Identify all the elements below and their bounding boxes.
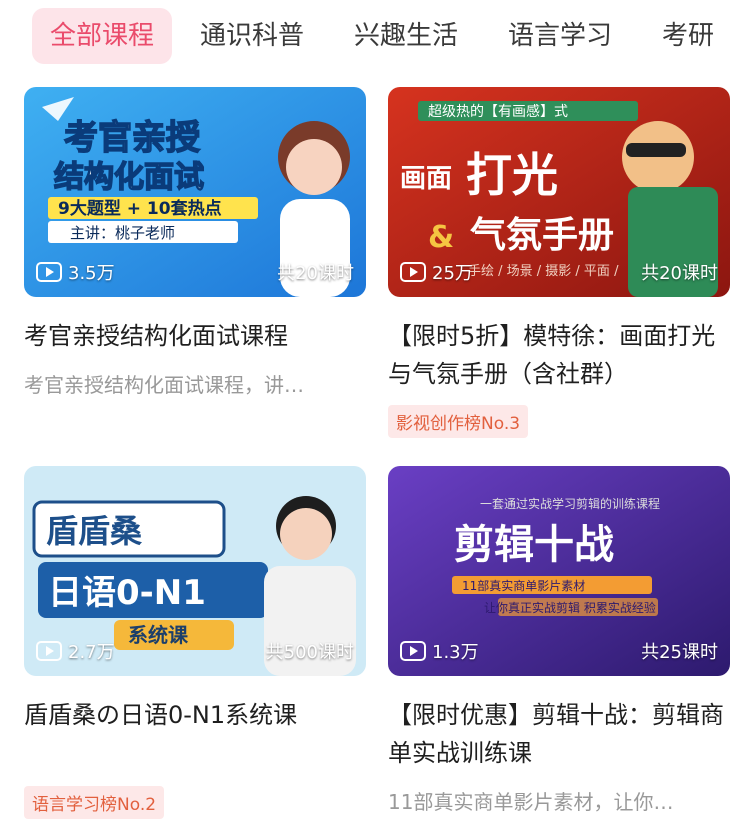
lesson-count: 共20课时 xyxy=(641,263,718,284)
course-thumbnail[interactable]: 一套通过实战学习剪辑的训练课程 剪辑十战 11部真实商单影片素材 让你真正实战剪… xyxy=(388,466,730,676)
course-title[interactable]: 【限时优惠】剪辑十战：剪辑商单实战训练课 xyxy=(388,696,730,772)
thumb-text: 打光 xyxy=(466,148,558,202)
thumb-text: 画面 xyxy=(400,164,452,194)
tab-language-learning[interactable]: 语言学习 xyxy=(508,8,612,64)
play-icon xyxy=(36,641,62,661)
lesson-count: 共25课时 xyxy=(641,642,718,663)
thumb-text: 气氛手册 xyxy=(470,215,614,256)
course-description: 11部真实商单影片素材，让你… xyxy=(388,790,674,814)
thumb-text: 考官亲授 xyxy=(64,118,200,158)
thumb-text: 手绘 / 场景 / 摄影 / 平面 / xyxy=(468,264,619,279)
course-thumbnail[interactable]: 考官亲授 结构化面试 9大题型 + 10套热点 主讲：桃子老师 3.5万 共20… xyxy=(24,87,366,297)
course-description: 考官亲授结构化面试课程，讲… xyxy=(24,373,304,397)
view-count: 1.3万 xyxy=(400,638,479,664)
thumb-text: 盾盾桑 xyxy=(46,512,143,550)
course-thumbnail[interactable]: 超级热的【有画感】式 画面 打光 & 气氛手册 手绘 / 场景 / 摄影 / 平… xyxy=(388,87,730,297)
tab-hobby-life[interactable]: 兴趣生活 xyxy=(354,8,458,64)
ranking-badge[interactable]: 影视创作榜No.3 xyxy=(388,405,529,438)
thumb-text: 日语0-N1 xyxy=(48,573,206,613)
thumb-text: 让你真正实战剪辑 积累实战经验 xyxy=(484,600,656,615)
tab-general-science[interactable]: 通识科普 xyxy=(200,8,304,64)
course-card[interactable]: 盾盾桑 の 日语0-N1 系统课 2.7万 共500课时 盾盾桑の日语0-N1系… xyxy=(24,466,366,819)
course-card[interactable]: 考官亲授 结构化面试 9大题型 + 10套热点 主讲：桃子老师 3.5万 共20… xyxy=(24,87,366,398)
thumb-text: & xyxy=(428,220,454,255)
view-count: 2.7万 xyxy=(36,638,115,664)
course-card[interactable]: 超级热的【有画感】式 画面 打光 & 气氛手册 手绘 / 场景 / 摄影 / 平… xyxy=(388,87,730,438)
thumb-text: 剪辑十战 xyxy=(454,522,614,568)
thumb-text: 结构化面试 xyxy=(54,160,204,195)
lesson-count: 共20课时 xyxy=(277,263,354,284)
course-card[interactable]: 一套通过实战学习剪辑的训练课程 剪辑十战 11部真实商单影片素材 让你真正实战剪… xyxy=(388,466,730,815)
course-title[interactable]: 考官亲授结构化面试课程 xyxy=(24,317,366,355)
thumb-text: 主讲：桃子老师 xyxy=(70,224,175,242)
thumb-text: 9大题型 + 10套热点 xyxy=(58,198,222,219)
thumb-text: 一套通过实战学习剪辑的训练课程 xyxy=(480,496,660,511)
tab-postgraduate-exam[interactable]: 考研 xyxy=(662,8,714,64)
thumb-text: 系统课 xyxy=(128,623,189,647)
view-count: 3.5万 xyxy=(36,259,115,285)
course-thumbnail[interactable]: 盾盾桑 の 日语0-N1 系统课 2.7万 共500课时 xyxy=(24,466,366,676)
lesson-count: 共500课时 xyxy=(265,642,354,663)
category-tabs: 全部课程 通识科普 兴趣生活 语言学习 考研 xyxy=(0,0,754,72)
course-title[interactable]: 盾盾桑の日语0-N1系统课 xyxy=(24,696,366,734)
tab-all-courses[interactable]: 全部课程 xyxy=(32,8,173,64)
view-count: 25万 xyxy=(400,259,473,285)
play-icon xyxy=(400,262,426,282)
course-title[interactable]: 【限时5折】模特徐：画面打光与气氛手册（含社群） xyxy=(388,317,730,393)
play-icon xyxy=(36,262,62,282)
thumb-text: 超级热的【有画感】式 xyxy=(428,103,568,120)
thumb-text: の xyxy=(182,521,204,546)
play-icon xyxy=(400,641,426,661)
thumb-text: 11部真实商单影片素材 xyxy=(462,578,585,593)
ranking-badge[interactable]: 语言学习榜No.2 xyxy=(24,786,165,819)
